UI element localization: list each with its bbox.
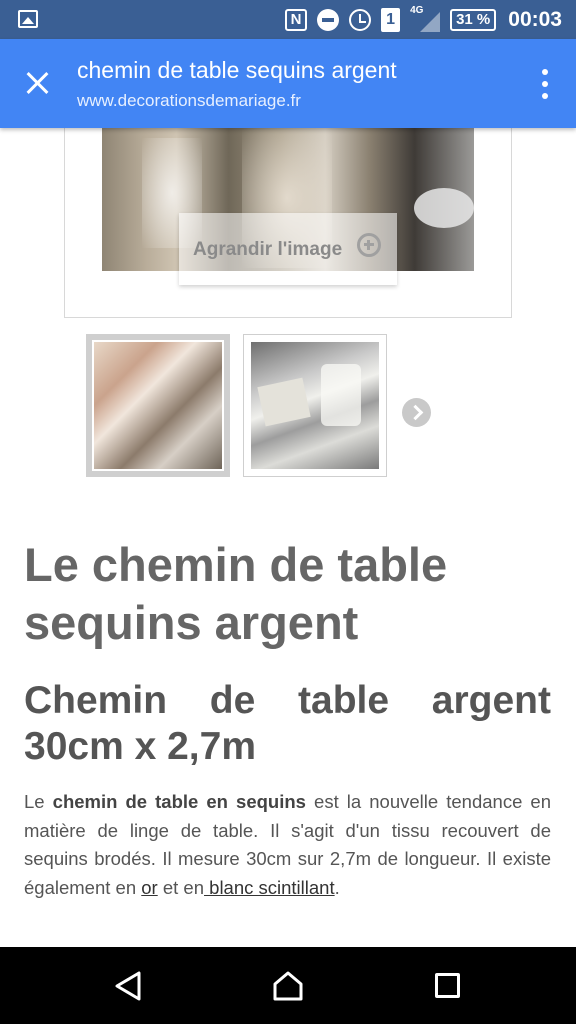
status-icons: N 1 4G 31 % 00:03: [285, 0, 562, 39]
gallery-notification-icon: [18, 10, 38, 28]
thumbnail-image: [251, 342, 379, 469]
page-title: chemin de table sequins argent: [77, 57, 397, 83]
thumbnail-image: [94, 342, 222, 469]
alarm-icon: [349, 8, 372, 31]
nfc-icon: N: [285, 8, 308, 31]
close-icon[interactable]: [20, 65, 56, 101]
link-or[interactable]: or: [141, 877, 157, 898]
enlarge-image-button[interactable]: Agrandir l'image: [179, 213, 397, 285]
do-not-disturb-icon: [317, 8, 340, 31]
status-time: 00:03: [508, 7, 562, 31]
gallery-thumbnail-1[interactable]: [86, 334, 230, 477]
product-image-frame: [64, 100, 512, 318]
signal-bars-icon: [420, 11, 441, 32]
custom-tab-toolbar: chemin de table sequins argent www.decor…: [0, 39, 576, 128]
link-blanc-scintillant[interactable]: blanc scintillant: [204, 877, 334, 898]
overflow-menu-icon[interactable]: [540, 69, 550, 99]
back-icon[interactable]: [113, 970, 143, 1002]
enlarge-image-label: Agrandir l'image: [193, 239, 343, 260]
signal-icon: 4G: [410, 5, 441, 33]
bold-product-name: chemin de table en sequins: [52, 791, 306, 812]
article-subtitle: Chemin de table argent 30cm x 2,7m: [24, 679, 551, 768]
battery-indicator: 31 %: [450, 8, 497, 31]
system-navigation-bar: [0, 947, 576, 1024]
recent-apps-icon[interactable]: [435, 973, 460, 998]
article-body: Le chemin de table en sequins est la nou…: [24, 791, 552, 899]
gallery-thumbnail-2[interactable]: [243, 334, 387, 477]
article-title: Le chemin de table sequins argent: [24, 538, 448, 649]
page-url: www.decorationsdemariage.fr: [77, 91, 301, 110]
home-icon[interactable]: [272, 970, 304, 1002]
gallery-next-icon[interactable]: [402, 398, 431, 427]
status-bar: N 1 4G 31 % 00:03: [0, 0, 576, 39]
sim-card-icon: 1: [381, 7, 401, 32]
zoom-in-icon: [357, 233, 381, 257]
